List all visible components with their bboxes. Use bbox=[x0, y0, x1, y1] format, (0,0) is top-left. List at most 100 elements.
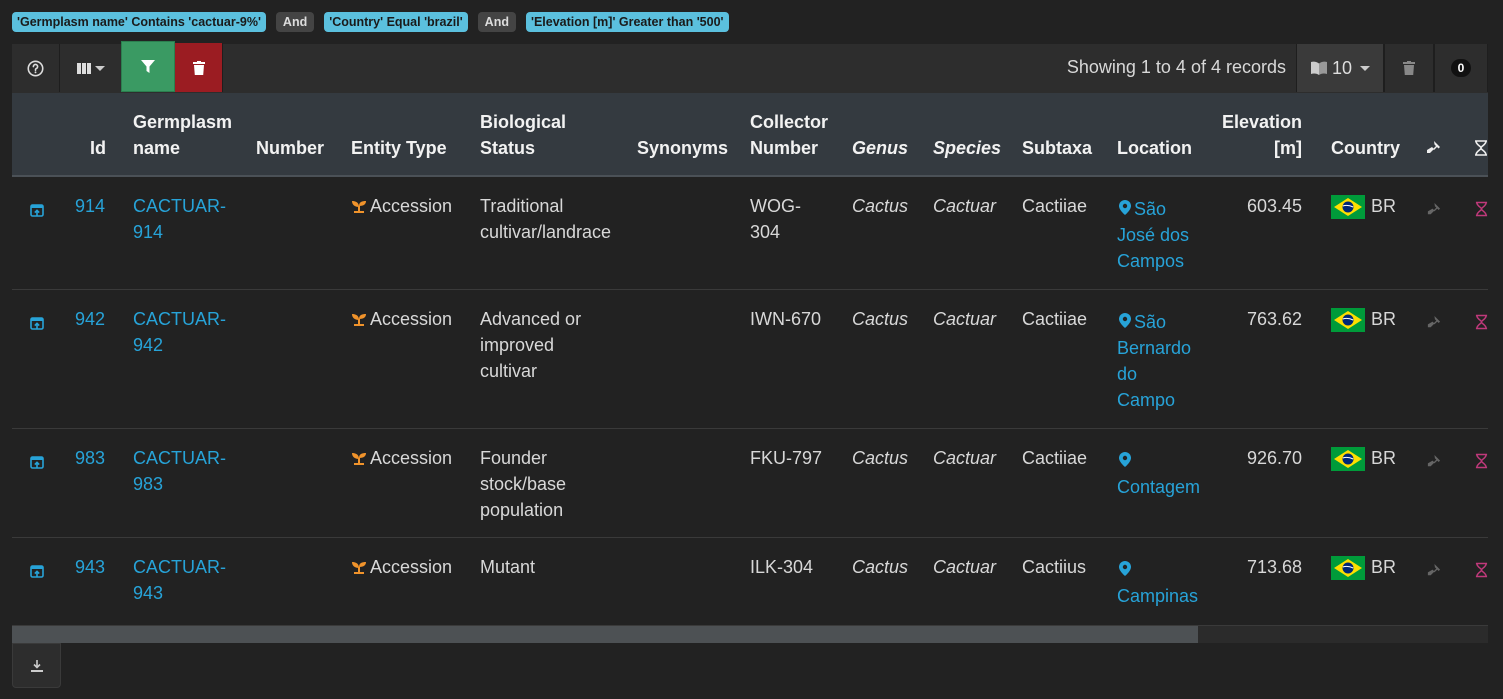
open-detail-button[interactable] bbox=[30, 312, 44, 338]
cell-line: IWN-670 bbox=[750, 309, 822, 329]
table-row[interactable]: 943 CACTUAR- 943 Accession Mutant ILK-30… bbox=[12, 538, 1488, 626]
cell-line: improved bbox=[480, 335, 555, 355]
open-detail-button[interactable] bbox=[30, 560, 44, 586]
clear-filters-button[interactable] bbox=[175, 43, 223, 92]
delete-selected-button[interactable] bbox=[1384, 44, 1434, 92]
hourglass-action-button[interactable] bbox=[1475, 311, 1488, 337]
seedling-icon bbox=[352, 201, 366, 213]
column-header-number[interactable]: Number bbox=[256, 135, 324, 161]
table-row[interactable]: 914 CACTUAR- 914 Accession Traditional cu… bbox=[12, 177, 1488, 290]
filter-operator-and: And bbox=[477, 12, 516, 32]
brazil-flag-icon bbox=[1331, 195, 1365, 220]
column-header-label: Status bbox=[480, 138, 536, 158]
shovel-icon bbox=[1427, 141, 1440, 153]
shovel-action-button[interactable] bbox=[1426, 198, 1441, 224]
elevation-cell: 603.45 bbox=[1246, 196, 1302, 216]
location-link[interactable]: São José dos Campos bbox=[1117, 193, 1189, 274]
elevation-cell: 926.70 bbox=[1246, 448, 1302, 468]
cell-line: do bbox=[1117, 364, 1138, 384]
shovel-icon bbox=[1427, 202, 1441, 215]
page-size-dropdown[interactable]: 10 bbox=[1296, 44, 1384, 92]
filter-operator-and: And bbox=[275, 12, 315, 32]
seedling-icon bbox=[352, 314, 366, 326]
scrollbar-thumb[interactable] bbox=[12, 626, 1198, 643]
column-header-elevation[interactable]: Elevation [m] bbox=[1212, 109, 1302, 161]
shovel-action-button[interactable] bbox=[1426, 559, 1441, 585]
column-header-shovel[interactable] bbox=[1425, 137, 1441, 163]
cell-line: Advanced or bbox=[480, 309, 582, 329]
column-header-species[interactable]: Species bbox=[933, 135, 1001, 161]
column-header-location[interactable]: Location bbox=[1117, 135, 1192, 161]
filter-chip-country[interactable]: 'Country' Equal 'brazil' bbox=[324, 12, 468, 32]
brazil-flag-icon bbox=[1331, 447, 1365, 472]
biological-status-cell: Advanced or improved cultivar bbox=[480, 306, 581, 384]
germplasm-id-link[interactable]: 983 bbox=[75, 445, 105, 471]
cell-line: FKU-797 bbox=[750, 448, 823, 468]
page-size-value: 10 bbox=[1331, 57, 1353, 78]
hourglass-action-button[interactable] bbox=[1475, 198, 1488, 224]
cell-line: Bernardo bbox=[1117, 338, 1192, 358]
column-header-label: Collector bbox=[750, 112, 829, 132]
shovel-icon bbox=[1427, 315, 1441, 328]
entity-type-label: Accession bbox=[370, 309, 453, 329]
table-header: Id Germplasm name Number Entity Type Bio… bbox=[12, 93, 1488, 177]
location-link[interactable]: São Bernardo do Campo bbox=[1117, 306, 1191, 413]
germplasm-name-link[interactable]: CACTUAR- 983 bbox=[133, 445, 226, 497]
germplasm-id-link[interactable]: 942 bbox=[75, 306, 105, 332]
species-cell: Cactuar bbox=[933, 309, 997, 329]
cell-line: Traditional bbox=[480, 196, 564, 216]
column-header-genus[interactable]: Genus bbox=[852, 135, 908, 161]
download-button[interactable] bbox=[12, 643, 61, 688]
open-detail-button[interactable] bbox=[30, 199, 44, 225]
help-button[interactable] bbox=[12, 44, 60, 92]
column-header-collector-number[interactable]: Collector Number bbox=[750, 109, 828, 161]
cell-line: CACTUAR- bbox=[133, 448, 226, 468]
country-code: BR bbox=[1371, 196, 1397, 216]
brazil-flag-icon bbox=[1331, 308, 1365, 333]
cell-line: Campinas bbox=[1117, 586, 1199, 606]
column-selector-button[interactable] bbox=[60, 44, 122, 92]
entity-type-cell: Accession bbox=[351, 306, 452, 332]
column-header-id[interactable]: Id bbox=[90, 135, 106, 161]
column-header-label: Elevation bbox=[1221, 112, 1302, 132]
location-link[interactable]: Contagem bbox=[1117, 445, 1200, 500]
cell-line: stock/base bbox=[480, 474, 567, 494]
cell-line: Founder bbox=[480, 448, 548, 468]
map-marker-icon bbox=[1119, 452, 1131, 467]
table-row[interactable]: 983 CACTUAR- 983 Accession Founder stock/… bbox=[12, 429, 1488, 538]
column-header-hourglass[interactable] bbox=[1474, 137, 1488, 163]
column-header-biological-status[interactable]: Biological Status bbox=[480, 109, 566, 161]
column-header-label: [m] bbox=[1274, 138, 1302, 158]
column-header-subtaxa[interactable]: Subtaxa bbox=[1022, 135, 1092, 161]
table-row[interactable]: 942 CACTUAR- 942 Accession Advanced or im… bbox=[12, 290, 1488, 429]
shovel-action-button[interactable] bbox=[1426, 311, 1441, 337]
shovel-action-button[interactable] bbox=[1426, 450, 1441, 476]
open-detail-button[interactable] bbox=[30, 451, 44, 477]
germplasm-id-link[interactable]: 914 bbox=[75, 193, 105, 219]
seedling-icon bbox=[352, 562, 366, 574]
genus-cell: Cactus bbox=[852, 309, 909, 329]
hourglass-action-button[interactable] bbox=[1475, 450, 1488, 476]
column-header-country[interactable]: Country bbox=[1331, 135, 1400, 161]
filter-chip-germplasm-name[interactable]: 'Germplasm name' Contains 'cactuar-9%' bbox=[12, 12, 266, 32]
column-header-germplasm-name[interactable]: Germplasm name bbox=[133, 109, 232, 161]
germplasm-name-link[interactable]: CACTUAR- 943 bbox=[133, 554, 226, 606]
horizontal-scrollbar[interactable] bbox=[12, 626, 1488, 643]
filter-chip-elevation[interactable]: 'Elevation [m]' Greater than '500' bbox=[525, 12, 729, 32]
cell-line: 304 bbox=[750, 222, 781, 242]
germplasm-id-link[interactable]: 943 bbox=[75, 554, 105, 580]
location-link[interactable]: Campinas bbox=[1117, 554, 1198, 609]
subtaxa-cell: Cactiiae bbox=[1022, 309, 1088, 329]
filter-button[interactable] bbox=[121, 41, 175, 92]
entity-type-cell: Accession bbox=[351, 445, 452, 471]
subtaxa-cell: Cactiius bbox=[1022, 557, 1087, 577]
germplasm-name-link[interactable]: CACTUAR- 942 bbox=[133, 306, 226, 358]
table-toolbar: Showing 1 to 4 of 4 records 10 0 bbox=[12, 41, 1488, 93]
germplasm-name-link[interactable]: CACTUAR- 914 bbox=[133, 193, 226, 245]
column-header-synonyms[interactable]: Synonyms bbox=[637, 135, 728, 161]
selection-count[interactable]: 0 bbox=[1434, 44, 1488, 92]
cell-line: WOG- bbox=[750, 196, 801, 216]
hourglass-action-button[interactable] bbox=[1475, 559, 1488, 585]
country-cell: BR bbox=[1331, 445, 1396, 472]
column-header-entity-type[interactable]: Entity Type bbox=[351, 135, 447, 161]
